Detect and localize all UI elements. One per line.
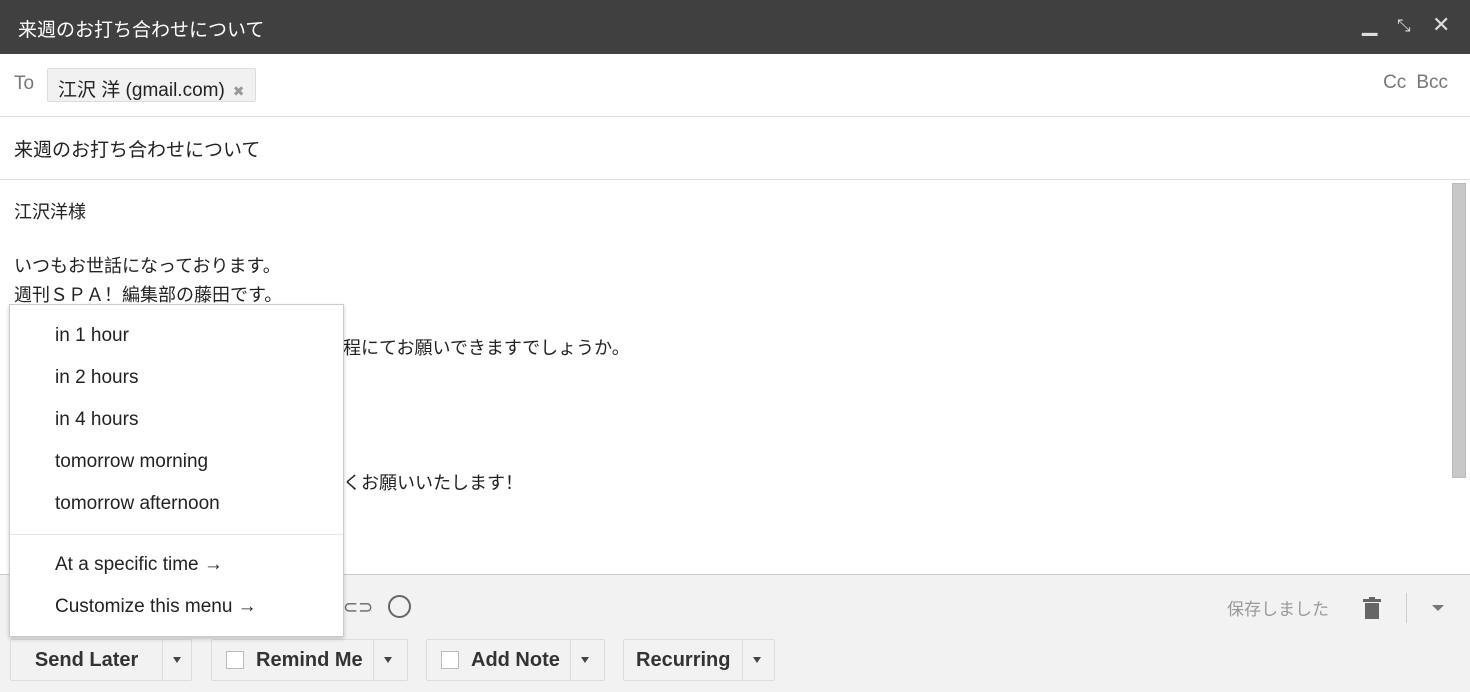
- chevron-down-icon: [753, 657, 762, 663]
- menu-item-tomorrow-afternoon[interactable]: tomorrow afternoon: [55, 493, 220, 515]
- add-note-label: Add Note: [471, 648, 560, 671]
- body-line: 江沢洋様: [14, 202, 86, 222]
- menu-item-tomorrow-morning[interactable]: tomorrow morning: [55, 451, 208, 473]
- to-row: To 江沢 洋 (gmail.com) ✖ Cc Bcc: [0, 54, 1470, 117]
- recurring-button[interactable]: Recurring: [623, 639, 775, 681]
- menu-item-customize[interactable]: Customize this menu →: [55, 596, 257, 618]
- remind-me-checkbox[interactable]: [226, 651, 244, 669]
- add-note-checkbox[interactable]: [441, 651, 459, 669]
- subject-input[interactable]: 来週のお打ち合わせについて: [14, 135, 260, 162]
- send-later-button[interactable]: Send Later: [10, 639, 192, 681]
- to-label: To: [14, 73, 35, 94]
- remove-recipient-icon[interactable]: ✖: [233, 83, 245, 99]
- remind-me-dropdown[interactable]: [374, 657, 402, 663]
- recurring-label[interactable]: Recurring: [624, 640, 744, 680]
- message-body[interactable]: 江沢洋様 いつもお世話になっております。 週刊ＳＰＡ！編集部の藤田です。: [14, 198, 282, 310]
- send-later-dropdown[interactable]: [163, 657, 191, 663]
- menu-divider: [10, 534, 343, 535]
- scrollbar[interactable]: [1452, 183, 1466, 478]
- add-note-button[interactable]: Add Note: [426, 639, 605, 681]
- exit-fullscreen-icon[interactable]: ⤡: [1397, 16, 1411, 36]
- add-note-dropdown[interactable]: [571, 657, 599, 663]
- body-fragment: 程にてお願いできますでしょうか。: [343, 338, 630, 358]
- menu-item-in-1-hour[interactable]: in 1 hour: [55, 325, 129, 347]
- recurring-dropdown[interactable]: [743, 657, 771, 663]
- recipient-chip[interactable]: 江沢 洋 (gmail.com) ✖: [47, 68, 256, 102]
- remind-me-button[interactable]: Remind Me: [211, 639, 408, 681]
- recipient-name: 江沢 洋 (gmail.com): [58, 80, 225, 101]
- compose-titlebar: 来週のお打ち合わせについて ▁ ⤡ ✕: [0, 0, 1470, 54]
- more-options-icon[interactable]: [1432, 605, 1444, 611]
- menu-item-in-2-hours[interactable]: in 2 hours: [55, 367, 138, 389]
- subject-row[interactable]: 来週のお打ち合わせについて: [0, 117, 1470, 180]
- remind-me-label: Remind Me: [256, 648, 363, 671]
- saved-status: 保存しました: [1227, 600, 1329, 619]
- emoji-icon[interactable]: [388, 595, 411, 618]
- chevron-down-icon: [173, 657, 182, 663]
- menu-item-specific-time[interactable]: At a specific time →: [55, 554, 223, 576]
- window-title: 来週のお打ち合わせについて: [18, 20, 265, 41]
- send-later-label[interactable]: Send Later: [11, 640, 164, 680]
- cc-link[interactable]: Cc: [1383, 72, 1406, 93]
- trash-icon[interactable]: [1363, 597, 1381, 619]
- divider: [1406, 593, 1407, 623]
- menu-item-in-4-hours[interactable]: in 4 hours: [55, 409, 138, 431]
- link-icon[interactable]: ⊂⊃: [343, 597, 373, 618]
- body-line: いつもお世話になっております。: [14, 256, 281, 276]
- chevron-down-icon: [580, 657, 589, 663]
- body-fragment: くお願いいたします！: [343, 473, 523, 493]
- close-icon[interactable]: ✕: [1432, 12, 1450, 38]
- minimize-icon[interactable]: ▁: [1362, 12, 1377, 37]
- bcc-link[interactable]: Bcc: [1416, 72, 1448, 93]
- chevron-down-icon: [383, 657, 392, 663]
- send-later-menu: in 1 hour in 2 hours in 4 hours tomorrow…: [9, 304, 344, 637]
